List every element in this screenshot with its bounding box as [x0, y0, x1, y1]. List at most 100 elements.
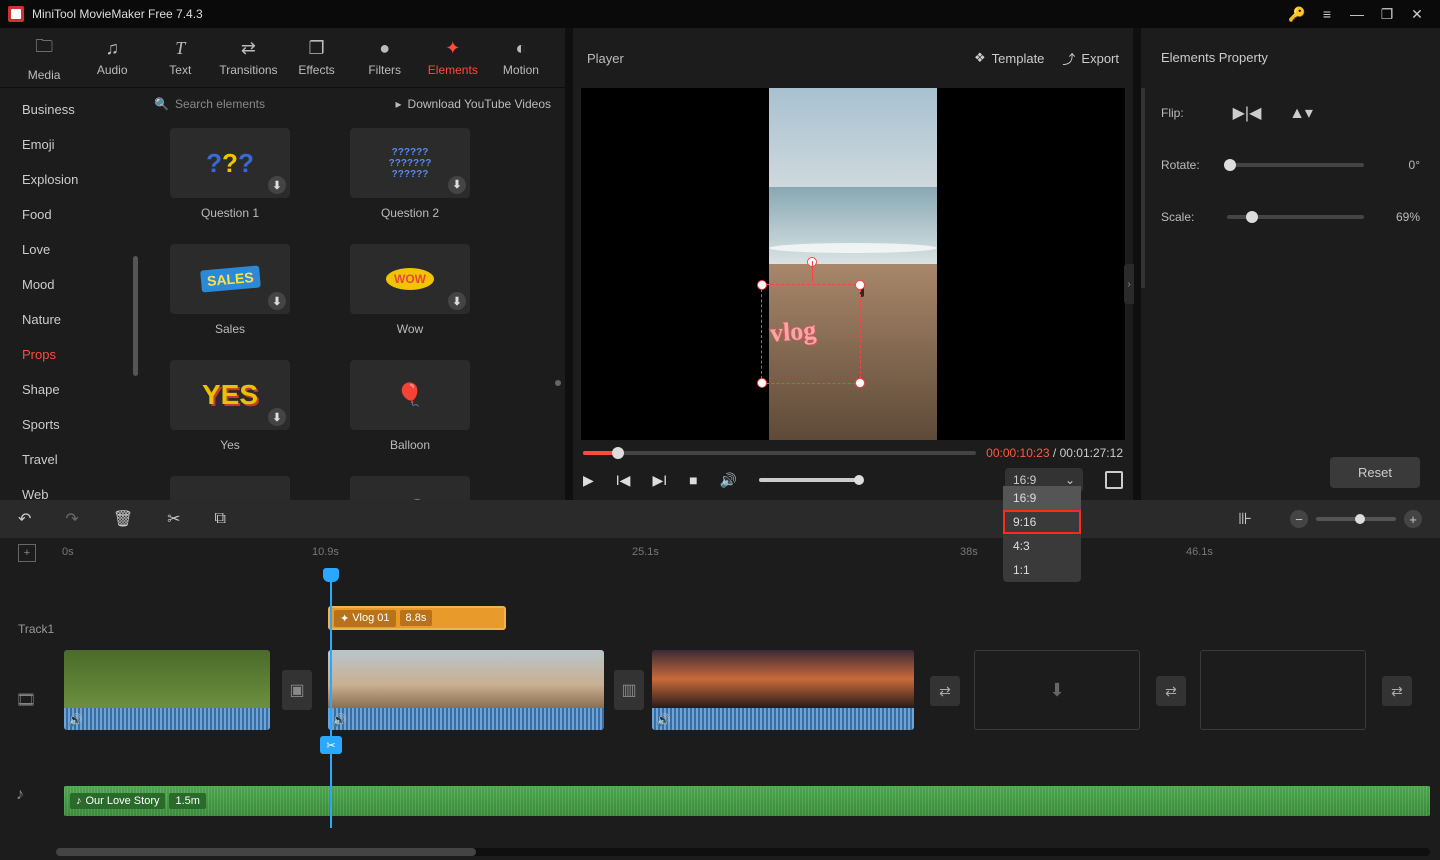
download-icon[interactable]: ⬇ [268, 408, 286, 426]
template-icon: ❖ [974, 50, 986, 66]
element-wow[interactable]: WOW⬇ Wow [340, 244, 480, 336]
transitions-icon: ⇄ [214, 38, 282, 59]
folder-icon: 🗀 [10, 34, 78, 64]
cat-travel[interactable]: Travel [0, 442, 140, 477]
tab-transitions[interactable]: ⇄Transitions [214, 38, 282, 77]
element-sales[interactable]: SALES⬇ Sales [160, 244, 300, 336]
cat-business[interactable]: Business [0, 92, 140, 127]
tab-text[interactable]: TText [146, 38, 214, 77]
upgrade-icon[interactable]: 🔑 [1282, 6, 1312, 23]
download-icon[interactable]: ⬇ [448, 292, 466, 310]
play-button[interactable]: ▶ [583, 472, 594, 489]
redo-button[interactable]: ↷ [65, 509, 78, 529]
reset-button[interactable]: Reset [1330, 457, 1420, 488]
timeline-ruler[interactable]: + 0s 10.9s 25.1s 38s 46.1s [0, 538, 1440, 568]
magnet-button[interactable]: ⊪ [1238, 509, 1252, 529]
transition-slot[interactable]: ▣ [282, 670, 312, 710]
cat-explosion[interactable]: Explosion [0, 162, 140, 197]
aspect-option-1-1[interactable]: 1:1 [1003, 558, 1081, 582]
prev-frame-button[interactable]: I◀ [616, 472, 631, 489]
cat-mood[interactable]: Mood [0, 267, 140, 302]
cat-web[interactable]: Web [0, 477, 140, 500]
tab-media[interactable]: 🗀Media [10, 34, 78, 82]
swap-button[interactable]: ⇄ [1382, 676, 1412, 706]
cat-emoji[interactable]: Emoji [0, 127, 140, 162]
rotate-value: 0° [1378, 158, 1420, 172]
split-button[interactable]: ✂ [167, 509, 180, 529]
minimize-icon[interactable]: — [1342, 6, 1372, 22]
delete-button[interactable]: 🗑 [113, 509, 133, 529]
element-question-2[interactable]: ???????????????????⬇ Question 2 [340, 128, 480, 220]
next-frame-button[interactable]: ▶I [652, 472, 667, 489]
zoom-out-button[interactable]: − [1290, 510, 1308, 528]
stop-button[interactable]: ■ [689, 472, 697, 488]
transition-slot[interactable]: ▥ [614, 670, 644, 710]
empty-clip-slot[interactable]: ⬇ [974, 650, 1140, 730]
element-balloon[interactable]: 🎈 Balloon [340, 360, 480, 452]
tab-effects[interactable]: ❐Effects [283, 38, 351, 77]
video-clip-1[interactable]: 🔊 [64, 650, 270, 730]
download-icon[interactable]: ⬇ [448, 176, 466, 194]
playhead[interactable]: ✂ [330, 568, 332, 828]
tab-audio[interactable]: ♫Audio [78, 38, 146, 77]
video-clip-3[interactable]: 🔊 [652, 650, 914, 730]
download-icon[interactable]: ⬇ [268, 292, 286, 310]
rotate-slider[interactable] [1227, 163, 1364, 167]
aspect-option-9-16[interactable]: 9:16 [1003, 510, 1081, 534]
tab-elements[interactable]: ✦Elements [419, 38, 487, 77]
speaker-icon: 🔊 [68, 713, 83, 727]
volume-slider[interactable] [759, 478, 859, 482]
maximize-icon[interactable]: ❐ [1372, 6, 1402, 23]
fullscreen-button[interactable] [1105, 471, 1123, 489]
swap-button[interactable]: ⇄ [1156, 676, 1186, 706]
rotate-label: Rotate: [1161, 158, 1213, 172]
flip-vertical-button[interactable]: ▲▾ [1281, 103, 1321, 123]
cat-love[interactable]: Love [0, 232, 140, 267]
audio-track-icon: ♪ [16, 786, 24, 804]
element-selection-box[interactable]: vlog [761, 284, 861, 384]
element-question-1[interactable]: ???⬇ Question 1 [160, 128, 300, 220]
element-clip[interactable]: ✦Vlog 01 8.8s [328, 606, 506, 630]
search-input[interactable]: 🔍 Search elements [154, 97, 386, 111]
timeline: + 0s 10.9s 25.1s 38s 46.1s Track1 🎞 ♪ ✦V… [0, 538, 1440, 860]
flip-horizontal-button[interactable]: ▶|◀ [1227, 103, 1267, 123]
cat-sports[interactable]: Sports [0, 407, 140, 442]
cat-food[interactable]: Food [0, 197, 140, 232]
text-icon: T [146, 38, 214, 59]
tab-motion[interactable]: ◐Motion [487, 38, 555, 77]
crop-button[interactable]: ⧉ [215, 510, 226, 528]
player-stage[interactable]: vlog [581, 88, 1125, 440]
element-more-1[interactable]: ◔ [160, 476, 300, 500]
cat-nature[interactable]: Nature [0, 302, 140, 337]
aspect-option-16-9[interactable]: 16:9 [1003, 486, 1081, 510]
aspect-option-4-3[interactable]: 4:3 [1003, 534, 1081, 558]
panel-collapse-handle[interactable]: › [1124, 264, 1134, 304]
audio-clip[interactable]: ♪Our Love Story 1.5m [64, 786, 1430, 816]
split-at-playhead-icon[interactable]: ✂ [320, 736, 342, 754]
close-icon[interactable]: ✕ [1402, 6, 1432, 23]
swap-button[interactable]: ⇄ [930, 676, 960, 706]
empty-clip-slot[interactable] [1200, 650, 1366, 730]
template-button[interactable]: ❖Template [974, 50, 1044, 66]
element-yes[interactable]: YES⬇ Yes [160, 360, 300, 452]
timeline-scrollbar[interactable] [56, 848, 1430, 856]
scale-slider[interactable] [1227, 215, 1364, 219]
export-button[interactable]: ⤴Export [1062, 49, 1119, 68]
download-youtube-link[interactable]: ▸ Download YouTube Videos [396, 97, 551, 111]
seek-bar[interactable] [583, 451, 976, 455]
download-icon[interactable]: ⬇ [268, 176, 286, 194]
add-track-button[interactable]: + [18, 544, 36, 562]
undo-button[interactable]: ↶ [18, 509, 31, 529]
tab-filters[interactable]: ●Filters [351, 38, 419, 77]
volume-icon[interactable]: 🔊 [720, 472, 737, 489]
video-clip-2[interactable]: 🔊 [328, 650, 604, 730]
cat-props[interactable]: Props [0, 337, 140, 372]
motion-icon: ◐ [487, 38, 555, 59]
zoom-in-button[interactable]: + [1404, 510, 1422, 528]
properties-scrollbar[interactable] [1141, 88, 1145, 288]
cat-shape[interactable]: Shape [0, 372, 140, 407]
menu-icon[interactable]: ≡ [1312, 6, 1342, 22]
element-more-2[interactable]: ▮◯ [340, 476, 480, 500]
category-scrollbar[interactable] [133, 256, 138, 376]
zoom-slider[interactable] [1316, 517, 1396, 521]
